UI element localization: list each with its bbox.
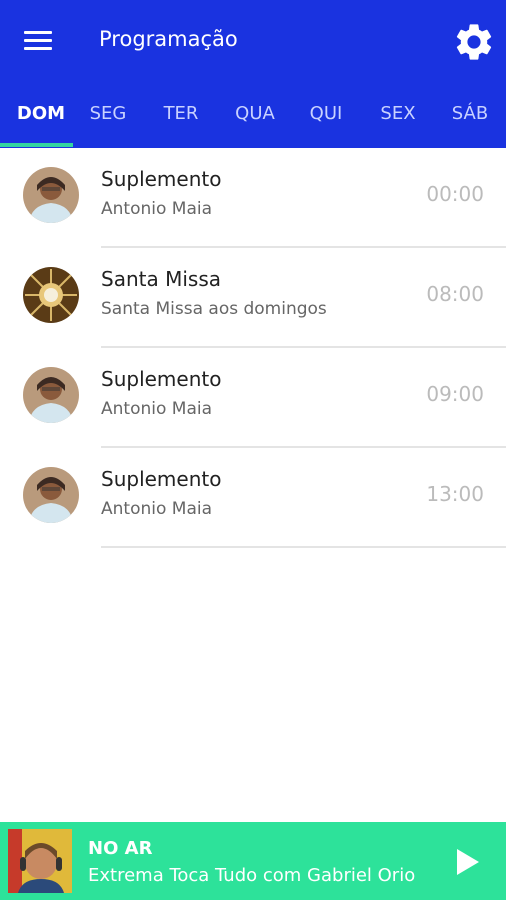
now-playing-thumbnail [8,829,72,893]
program-subtitle: Antonio Maia [101,399,212,419]
schedule-list: Suplemento Antonio Maia 00:00 Santa Miss… [0,148,506,548]
program-time: 13:00 [426,482,484,506]
program-time: 09:00 [426,382,484,406]
program-time: 08:00 [426,282,484,306]
tab-sex[interactable]: SEX [362,93,434,137]
gear-icon[interactable] [452,20,496,64]
tab-dom[interactable]: DOM [0,93,82,137]
now-playing-bar[interactable]: NO AR Extrema Toca Tudo com Gabriel Orio [0,822,506,900]
schedule-item[interactable]: Suplemento Antonio Maia 13:00 [0,448,506,548]
tab-qui[interactable]: QUI [290,93,362,137]
tab-indicator [0,143,73,147]
tab-qua[interactable]: QUA [219,93,291,137]
host-avatar [23,367,79,423]
on-air-label: NO AR [88,838,153,859]
program-title: Santa Missa [101,267,221,291]
host-avatar [23,467,79,523]
day-tabs: DOM SEG TER QUA QUI SEX SÁB [0,93,506,143]
page-title: Programação [99,27,238,51]
schedule-item[interactable]: Suplemento Antonio Maia 00:00 [0,148,506,248]
host-avatar [23,167,79,223]
row-divider [101,546,506,548]
program-title: Suplemento [101,467,222,491]
monstrance-avatar [23,267,79,323]
now-playing-title: Extrema Toca Tudo com Gabriel Orio [88,865,416,886]
schedule-item[interactable]: Suplemento Antonio Maia 09:00 [0,348,506,448]
program-subtitle: Antonio Maia [101,199,212,219]
program-title: Suplemento [101,367,222,391]
program-time: 00:00 [426,182,484,206]
tab-sab[interactable]: SÁB [434,93,506,137]
program-subtitle: Antonio Maia [101,499,212,519]
program-title: Suplemento [101,167,222,191]
hamburger-menu-icon[interactable] [20,26,56,56]
schedule-item[interactable]: Santa Missa Santa Missa aos domingos 08:… [0,248,506,348]
app-bar: Programação DOM SEG TER QUA QUI SEX SÁB [0,0,506,148]
tab-seg[interactable]: SEG [72,93,144,137]
tab-ter[interactable]: TER [145,93,217,137]
program-subtitle: Santa Missa aos domingos [101,299,327,319]
play-icon[interactable] [448,844,484,880]
